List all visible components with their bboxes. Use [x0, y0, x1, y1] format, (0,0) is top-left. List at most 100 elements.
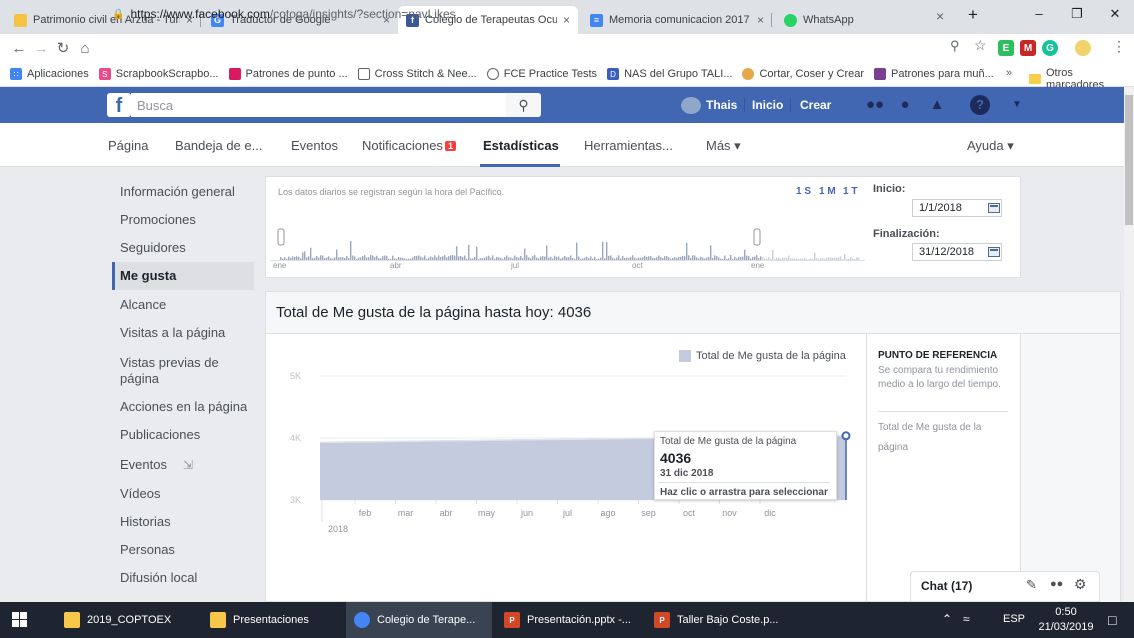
bookmark-apps[interactable]: ∷ Aplicaciones — [10, 68, 89, 80]
grammarly-icon[interactable]: G — [1042, 40, 1058, 56]
more-bookmarks-icon[interactable]: » — [1006, 67, 1012, 79]
reference-item[interactable]: Total de Me gusta de la página — [878, 418, 998, 458]
timeline-bar — [672, 257, 674, 260]
bookmark-item[interactable]: Cross Stitch & Nee... — [357, 68, 477, 80]
close-window-icon[interactable]: ✕ — [1096, 0, 1134, 30]
tab-estadisticas[interactable]: Estadísticas — [483, 138, 559, 153]
taskbar-item-chrome[interactable]: Colegio de Terape... — [346, 602, 492, 638]
wifi-icon[interactable]: ≈ — [963, 612, 970, 626]
tray-chevron-up-icon[interactable]: ⌃ — [942, 612, 952, 626]
reload-icon[interactable]: ↻ — [52, 39, 74, 57]
bookmark-star-icon[interactable]: ☆ — [974, 37, 987, 54]
bookmark-item[interactable]: D NAS del Grupo TALI... — [607, 68, 732, 80]
forward-icon[interactable]: → — [30, 40, 52, 57]
tab-mas[interactable]: Más ▾ — [706, 138, 741, 154]
notifications-bell-icon[interactable]: ▲ — [926, 94, 948, 116]
menu-vistas-previas[interactable]: Vistas previas de página — [112, 355, 232, 387]
create-link[interactable]: Crear — [800, 94, 831, 116]
menu-alcance[interactable]: Alcance — [112, 297, 254, 313]
back-icon[interactable]: ← — [8, 40, 30, 57]
timeline-bar — [460, 255, 462, 260]
help-icon[interactable]: ? — [970, 95, 990, 115]
timeline-bar — [312, 258, 314, 260]
menu-informacion-general[interactable]: Información general — [112, 184, 254, 200]
evernote-icon[interactable]: E — [998, 40, 1014, 56]
new-group-icon[interactable]: ●● — [1050, 578, 1063, 590]
taskbar-item-2019-coptoex[interactable]: 2019_COPTOEX — [56, 602, 196, 638]
windows-start-icon[interactable] — [12, 612, 28, 628]
menu-difusion-local[interactable]: Difusión local — [112, 570, 254, 586]
menu-seguidores[interactable]: Seguidores — [112, 240, 254, 256]
bookmark-item[interactable]: Patrones para muñ... — [874, 68, 994, 80]
menu-visitas[interactable]: Visitas a la página — [112, 325, 254, 341]
url-field[interactable]: 🔒 https://www.facebook.com/cotoga/insigh… — [112, 4, 962, 24]
menu-eventos[interactable]: Eventos ⇲ — [112, 457, 254, 473]
facebook-logo[interactable]: f — [107, 93, 131, 117]
timeline-bar — [584, 257, 586, 260]
profile-avatar-icon[interactable] — [1075, 40, 1091, 56]
home-link[interactable]: Inicio — [752, 94, 783, 116]
menu-videos[interactable]: Vídeos — [112, 486, 254, 502]
help-menu[interactable]: Ayuda ▾ — [967, 138, 1014, 154]
tab-eventos[interactable]: Eventos — [291, 138, 338, 153]
timeline-bar — [638, 257, 640, 260]
timeline-bar — [632, 255, 634, 260]
tab-notificaciones[interactable]: Notificaciones 1 — [362, 138, 456, 153]
action-center-icon[interactable]: □ — [1108, 612, 1116, 628]
range-1m[interactable]: 1 M — [819, 186, 836, 197]
profile-link[interactable]: Thais — [706, 94, 737, 116]
tab-pagina[interactable]: Página — [108, 138, 148, 153]
timeline-bar — [448, 256, 450, 260]
timeline-bar — [304, 251, 306, 260]
menu-historias[interactable]: Historias — [112, 514, 254, 530]
tab-herramientas[interactable]: Herramientas... — [584, 138, 673, 153]
zoom-icon[interactable]: ⚲ — [950, 38, 960, 54]
friend-requests-icon[interactable]: ●● — [864, 94, 886, 116]
language-indicator[interactable]: ESP — [1003, 613, 1025, 625]
range-1t[interactable]: 1 T — [843, 186, 857, 197]
search-icon[interactable]: ⚲ — [506, 93, 541, 117]
home-icon[interactable]: ⌂ — [74, 40, 96, 57]
calendar-icon[interactable] — [988, 247, 1000, 257]
minimize-icon[interactable]: – — [1020, 0, 1058, 30]
bookmark-item[interactable]: FCE Practice Tests — [486, 68, 597, 80]
calendar-icon[interactable] — [988, 203, 1000, 213]
new-tab-button[interactable]: + — [962, 4, 984, 26]
browser-menu-icon[interactable]: ⋮ — [1112, 38, 1126, 55]
timeline-bar — [382, 256, 384, 260]
timeline-bar — [770, 258, 772, 260]
timeline-bar — [634, 257, 636, 260]
clock-time[interactable]: 0:50 — [1046, 606, 1086, 618]
taskbar-item-taller[interactable]: P Taller Bajo Coste.p... — [646, 602, 792, 638]
timeline-bar — [494, 258, 496, 260]
timeline-sparkline[interactable] — [270, 225, 865, 261]
taskbar-item-presentaciones[interactable]: Presentaciones — [202, 602, 342, 638]
menu-me-gusta[interactable]: Me gusta — [112, 262, 254, 290]
timeline-bar — [604, 258, 606, 260]
scrollbar-thumb[interactable] — [1125, 95, 1133, 225]
timeline-bar — [644, 255, 646, 260]
restore-icon[interactable]: ❐ — [1058, 0, 1096, 30]
extension-icon[interactable]: M — [1020, 40, 1036, 56]
timeline-bar — [420, 256, 422, 260]
range-1s[interactable]: 1 S — [796, 186, 811, 197]
search-input[interactable]: Busca — [131, 93, 541, 117]
menu-publicaciones[interactable]: Publicaciones — [112, 427, 254, 443]
bookmark-item[interactable]: Cortar, Coser y Crear — [742, 68, 864, 80]
menu-acciones[interactable]: Acciones en la página — [112, 399, 254, 415]
clock-date[interactable]: 21/03/2019 — [1031, 621, 1101, 633]
range-handle-left[interactable] — [277, 228, 285, 246]
chat-settings-gear-icon[interactable]: ⚙ — [1074, 576, 1087, 593]
chat-label[interactable]: Chat (17) — [921, 579, 972, 593]
menu-personas[interactable]: Personas — [112, 542, 254, 558]
avatar[interactable] — [681, 97, 701, 114]
new-message-icon[interactable]: ✎ — [1026, 577, 1037, 593]
tab-bandeja[interactable]: Bandeja de e... — [175, 138, 262, 153]
taskbar-item-presentacion-pptx[interactable]: P Presentación.pptx -... — [496, 602, 642, 638]
bookmark-item[interactable]: Patrones de punto ... — [228, 68, 348, 80]
bookmark-item[interactable]: S ScrapbookScrapbo... — [98, 68, 219, 80]
menu-promociones[interactable]: Promociones — [112, 212, 254, 228]
messenger-icon[interactable]: ● — [894, 94, 916, 116]
range-handle-right[interactable] — [753, 228, 761, 246]
account-menu-icon[interactable]: ▼ — [1006, 94, 1028, 116]
